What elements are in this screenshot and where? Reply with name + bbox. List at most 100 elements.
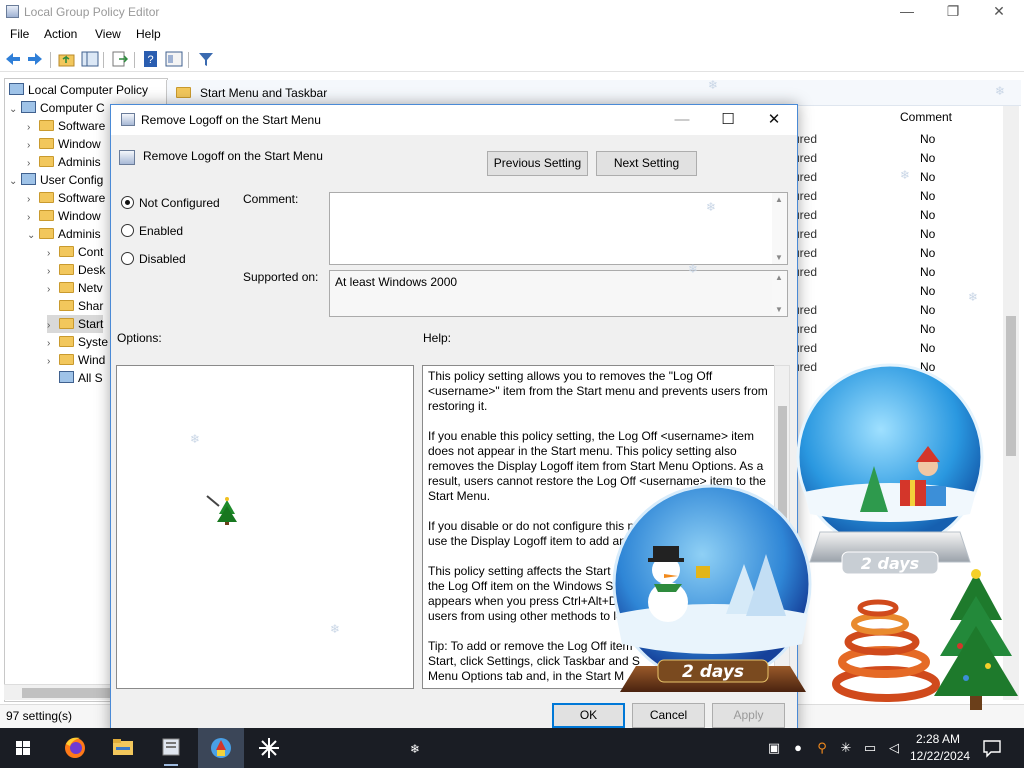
row-comment[interactable]: No [920,303,935,317]
column-header-comment[interactable]: Comment [900,110,952,124]
tree-item[interactable]: ⌄ Computer C [9,99,105,117]
radio-button[interactable] [121,224,134,237]
settings-count: 97 setting(s) [6,709,73,723]
group-policy-icon[interactable] [148,728,194,768]
scrollbar-thumb[interactable] [1006,316,1016,456]
comment-field[interactable]: ▲ ▼ [329,192,788,265]
windows-start-icon[interactable] [0,728,46,768]
menu-file[interactable]: File [10,27,29,41]
notification-icon[interactable] [982,738,1002,758]
radio-button[interactable] [121,252,134,265]
dialog-close-button[interactable]: ✕ [751,105,797,135]
monitor-tray-icon[interactable]: ▭ [862,740,878,756]
menu-help[interactable]: Help [136,27,161,41]
minimize-button[interactable]: — [884,0,930,24]
row-comment[interactable]: No [920,170,935,184]
globe-caption: 2 days [682,662,744,682]
tray-time[interactable]: 2:28 AM [916,732,960,746]
tree-item[interactable]: ⌄ User Config [9,171,103,189]
tree-item[interactable]: Shar [47,297,103,315]
expanded-arrow-icon[interactable]: ⌄ [9,101,21,119]
tree-item[interactable]: › Start [47,315,104,333]
previous-setting-button[interactable]: Previous Setting [487,151,588,176]
folder-icon [39,192,54,203]
radio-enabled[interactable]: Enabled [121,224,183,240]
export-list-icon[interactable] [111,50,129,68]
row-comment[interactable]: No [920,246,935,260]
tree-item[interactable]: › Desk [47,261,105,279]
snowflake-decoration: ❄ [410,742,421,756]
tree-item[interactable]: ⌄ Adminis [27,225,101,243]
firefox-icon[interactable] [52,728,98,768]
row-comment[interactable]: No [920,341,935,355]
tree-item[interactable]: › Software [27,189,105,207]
tree-item[interactable]: › Adminis [27,153,101,171]
tree-item-label: Adminis [58,227,101,241]
toolbar: ? [0,46,1024,72]
row-comment[interactable]: No [920,265,935,279]
comment-scrollbar[interactable]: ▲ ▼ [772,193,787,264]
tree-item[interactable]: › Netv [47,279,103,297]
snow-globe-snowman: 2 days [612,484,812,692]
tree-item[interactable]: › Window [27,207,101,225]
search-tray-icon[interactable]: ⚲ [814,740,830,756]
tree-item[interactable]: All S [47,369,103,387]
row-comment[interactable]: No [920,132,935,146]
next-setting-button[interactable]: Next Setting [596,151,697,176]
svg-text:?: ? [147,54,153,66]
help-icon[interactable]: ? [142,50,160,68]
snowflake-tray-icon[interactable]: ✳ [838,740,854,756]
tree-item[interactable]: › Software [27,117,105,135]
properties-icon[interactable] [165,50,183,68]
menu-view[interactable]: View [95,27,121,41]
folder-icon [59,336,74,347]
tree-item[interactable]: › Wind [47,351,105,369]
row-comment[interactable]: No [920,151,935,165]
close-button[interactable]: ✕ [976,0,1022,24]
drop-tray-icon[interactable]: ● [790,740,806,756]
folder-header: Start Menu and Taskbar [167,80,1021,106]
radio-label: Enabled [139,224,184,238]
maximize-button[interactable]: ❐ [930,0,976,24]
row-comment[interactable]: No [920,284,935,298]
tree-item[interactable]: › Window [27,135,101,153]
folder-icon [59,282,74,293]
network-tray-icon[interactable]: ▣ [766,740,782,756]
tree-item-local-computer-policy[interactable]: Local Computer Policy [9,81,148,99]
radio-not-configured[interactable]: Not Configured [121,196,220,212]
supported-scrollbar[interactable]: ▲ ▼ [772,271,787,316]
folder-icon [39,228,54,239]
row-comment[interactable]: No [920,208,935,222]
radio-label: Not Configured [139,196,220,210]
folder-icon [59,318,74,329]
comment-label: Comment: [243,192,299,206]
up-folder-icon[interactable] [58,50,76,68]
tray-date[interactable]: 12/22/2024 [910,749,970,763]
menu-action[interactable]: Action [44,27,77,41]
filter-icon[interactable] [197,50,215,68]
snow-app-icon[interactable] [198,728,244,768]
tree-item-label: Computer C [40,101,105,115]
forward-icon[interactable] [26,50,44,68]
row-comment[interactable]: No [920,227,935,241]
back-icon[interactable] [4,50,22,68]
tree-item-label: Software [58,119,106,133]
volume-muted-icon[interactable]: ◁ [886,740,902,756]
radio-button[interactable] [121,196,134,209]
policy-setting-icon [119,150,135,165]
dialog-maximize-button[interactable]: ☐ [705,105,751,135]
tree-item-label: Window [58,137,101,151]
row-comment[interactable]: No [920,322,935,336]
scrollbar-thumb[interactable] [22,688,112,698]
expanded-arrow-icon[interactable]: ⌄ [27,227,39,245]
taskbar: ❄ ▣ ● ⚲ ✳ ▭ ◁ 2:28 AM 12/22/2024 [0,728,1024,768]
radio-disabled[interactable]: Disabled [121,252,186,268]
tree-item[interactable]: › Syste [47,333,108,351]
show-hide-tree-icon[interactable] [81,50,99,68]
snowflake-app-icon[interactable] [246,728,292,768]
expanded-arrow-icon[interactable]: ⌄ [9,173,21,191]
folder-icon [39,138,54,149]
tree-item[interactable]: › Cont [47,243,103,261]
file-explorer-icon[interactable] [100,728,146,768]
row-comment[interactable]: No [920,189,935,203]
